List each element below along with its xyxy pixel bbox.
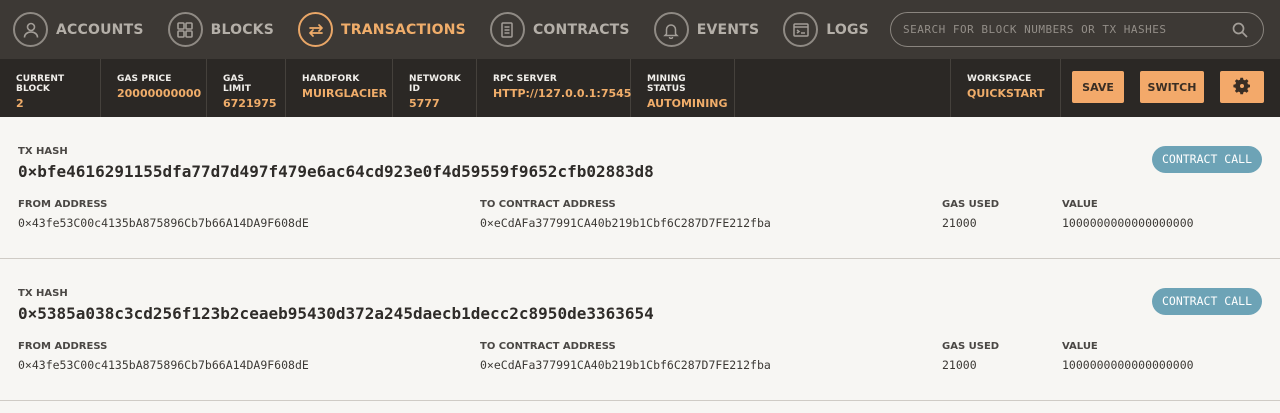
mining-status-label: MINING STATUS bbox=[647, 74, 686, 94]
gas-limit-value: 6721975 bbox=[223, 97, 277, 110]
nav-events-label: EVENTS bbox=[696, 21, 760, 38]
nav-contracts-label: CONTRACTS bbox=[532, 21, 630, 38]
transaction-row[interactable]: TX HASH 0×5385a038c3cd256f123b2ceaeb9543… bbox=[0, 259, 1280, 401]
gas-price-stat: GAS PRICE 20000000000 bbox=[101, 59, 207, 117]
gas-used-label: GAS USED bbox=[942, 341, 1000, 352]
transaction-row[interactable]: TX HASH 0×bfe4616291155dfa77d7d497f479e6… bbox=[0, 117, 1280, 259]
workspace-value: QUICKSTART bbox=[967, 87, 1045, 100]
nav-transactions[interactable]: TRANSACTIONS bbox=[298, 12, 466, 47]
hardfork-stat: HARDFORK MUIRGLACIER bbox=[286, 59, 393, 117]
value-label: VALUE bbox=[1062, 199, 1098, 210]
to-address-label: TO CONTRACT ADDRESS bbox=[480, 199, 616, 210]
from-address-value: 0×43fe53C00c4135bA875896Cb7b66A14DA9F608… bbox=[18, 358, 309, 372]
search-box bbox=[890, 12, 1264, 47]
gear-icon bbox=[1232, 76, 1252, 99]
contracts-icon bbox=[489, 12, 525, 47]
current-block-value: 2 bbox=[16, 97, 24, 110]
save-button[interactable]: SAVE bbox=[1072, 71, 1124, 103]
current-block-label: CURRENT BLOCK bbox=[16, 74, 65, 94]
from-address-label: FROM ADDRESS bbox=[18, 199, 108, 210]
nav-logs[interactable]: LOGS bbox=[783, 12, 869, 47]
hardfork-value: MUIRGLACIER bbox=[302, 87, 388, 100]
nav-contracts[interactable]: CONTRACTS bbox=[489, 12, 630, 47]
value-value: 1000000000000000000 bbox=[1062, 358, 1194, 372]
tx-hash-label: TX HASH bbox=[18, 288, 68, 299]
hardfork-label: HARDFORK bbox=[302, 74, 360, 84]
blocks-icon bbox=[167, 12, 203, 47]
gas-limit-label: GAS LIMIT bbox=[223, 74, 252, 94]
gas-used-value: 21000 bbox=[942, 358, 977, 372]
from-address-label: FROM ADDRESS bbox=[18, 341, 108, 352]
value-value: 1000000000000000000 bbox=[1062, 216, 1194, 230]
value-label: VALUE bbox=[1062, 341, 1098, 352]
gas-limit-stat: GAS LIMIT 6721975 bbox=[207, 59, 286, 117]
from-address-value: 0×43fe53C00c4135bA875896Cb7b66A14DA9F608… bbox=[18, 216, 309, 230]
tx-hash: 0×bfe4616291155dfa77d7d497f479e6ac64cd92… bbox=[18, 162, 654, 181]
nav-transactions-label: TRANSACTIONS bbox=[341, 21, 466, 38]
status-bar: CURRENT BLOCK 2 GAS PRICE 20000000000 GA… bbox=[0, 59, 1280, 117]
network-id-value: 5777 bbox=[409, 97, 440, 110]
gas-used-label: GAS USED bbox=[942, 199, 1000, 210]
to-address-value: 0×eCdAFa377991CA40b219b1Cbf6C287D7FE212f… bbox=[480, 216, 771, 230]
mining-status-value: AUTOMINING bbox=[647, 97, 728, 110]
nav-blocks[interactable]: BLOCKS bbox=[167, 12, 275, 47]
transactions-icon bbox=[298, 12, 334, 47]
transaction-list: TX HASH 0×bfe4616291155dfa77d7d497f479e6… bbox=[0, 117, 1280, 401]
network-id-label: NETWORK ID bbox=[409, 74, 462, 94]
gas-price-label: GAS PRICE bbox=[117, 74, 172, 84]
tx-hash: 0×5385a038c3cd256f123b2ceaeb95430d372a24… bbox=[18, 304, 654, 323]
search-icon[interactable] bbox=[1231, 21, 1249, 39]
bell-icon bbox=[653, 12, 689, 47]
mining-status-stat: MINING STATUS AUTOMINING bbox=[631, 59, 735, 117]
nav-logs-label: LOGS bbox=[826, 21, 869, 38]
contract-call-badge: CONTRACT CALL bbox=[1151, 288, 1262, 315]
top-navigation: ACCOUNTS BLOCKS TRANSACTIONS CONTRACTS E… bbox=[0, 0, 1280, 59]
gas-price-value: 20000000000 bbox=[117, 87, 202, 100]
workspace-stat: WORKSPACE QUICKSTART bbox=[950, 59, 1061, 117]
settings-button[interactable] bbox=[1220, 71, 1264, 103]
workspace-label: WORKSPACE bbox=[967, 74, 1032, 84]
rpc-server-label: RPC SERVER bbox=[493, 74, 557, 84]
nav-events[interactable]: EVENTS bbox=[653, 12, 760, 47]
current-block-stat: CURRENT BLOCK 2 bbox=[0, 59, 101, 117]
logs-icon bbox=[783, 12, 819, 47]
to-address-value: 0×eCdAFa377991CA40b219b1Cbf6C287D7FE212f… bbox=[480, 358, 771, 372]
to-address-label: TO CONTRACT ADDRESS bbox=[480, 341, 616, 352]
nav-accounts-label: ACCOUNTS bbox=[56, 21, 144, 38]
switch-button[interactable]: SWITCH bbox=[1140, 71, 1204, 103]
nav-blocks-label: BLOCKS bbox=[210, 21, 275, 38]
network-id-stat: NETWORK ID 5777 bbox=[393, 59, 477, 117]
nav-accounts[interactable]: ACCOUNTS bbox=[13, 12, 144, 47]
rpc-server-stat: RPC SERVER HTTP://127.0.0.1:7545 bbox=[477, 59, 631, 117]
rpc-server-value: HTTP://127.0.0.1:7545 bbox=[493, 87, 632, 100]
tx-hash-label: TX HASH bbox=[18, 146, 68, 157]
gas-used-value: 21000 bbox=[942, 216, 977, 230]
search-input[interactable] bbox=[903, 23, 1223, 36]
account-icon bbox=[13, 12, 48, 47]
contract-call-badge: CONTRACT CALL bbox=[1151, 146, 1262, 173]
